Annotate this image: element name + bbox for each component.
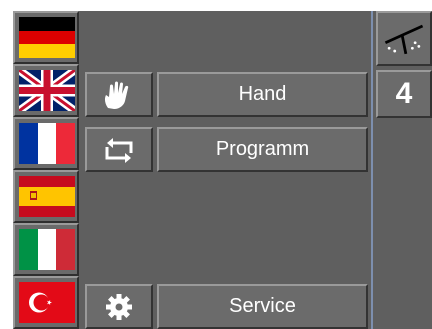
count-value: 4 xyxy=(395,77,413,110)
count-display[interactable]: 4 xyxy=(376,70,432,118)
flag-france-icon xyxy=(19,123,75,164)
service-button[interactable]: Service xyxy=(157,284,368,329)
hand-button[interactable]: Hand xyxy=(157,72,368,117)
program-mode-icon-button[interactable] xyxy=(85,127,153,172)
language-button-english[interactable] xyxy=(13,64,79,117)
flag-uk-icon xyxy=(19,70,75,111)
service-icon-button[interactable] xyxy=(85,284,153,329)
service-label: Service xyxy=(229,295,296,317)
swing-arm-icon xyxy=(384,24,424,54)
swing-arm-button[interactable] xyxy=(376,11,432,66)
language-button-spanish[interactable] xyxy=(13,170,79,223)
flag-italy-icon xyxy=(19,229,75,270)
gear-icon xyxy=(106,293,132,320)
language-button-italian[interactable] xyxy=(13,223,79,276)
hand-label: Hand xyxy=(238,83,287,105)
repeat-icon xyxy=(105,137,133,163)
flag-spain-icon xyxy=(19,176,75,217)
column-divider xyxy=(371,11,373,329)
programm-label: Programm xyxy=(215,138,310,160)
language-button-french[interactable] xyxy=(13,117,79,170)
language-button-turkish[interactable] xyxy=(13,276,79,329)
flag-germany-icon xyxy=(19,17,75,58)
hand-mode-icon-button[interactable] xyxy=(85,72,153,117)
language-button-german[interactable] xyxy=(13,11,79,64)
flag-turkey-icon xyxy=(19,282,75,323)
hand-icon xyxy=(104,81,129,109)
programm-button[interactable]: Programm xyxy=(157,127,368,172)
